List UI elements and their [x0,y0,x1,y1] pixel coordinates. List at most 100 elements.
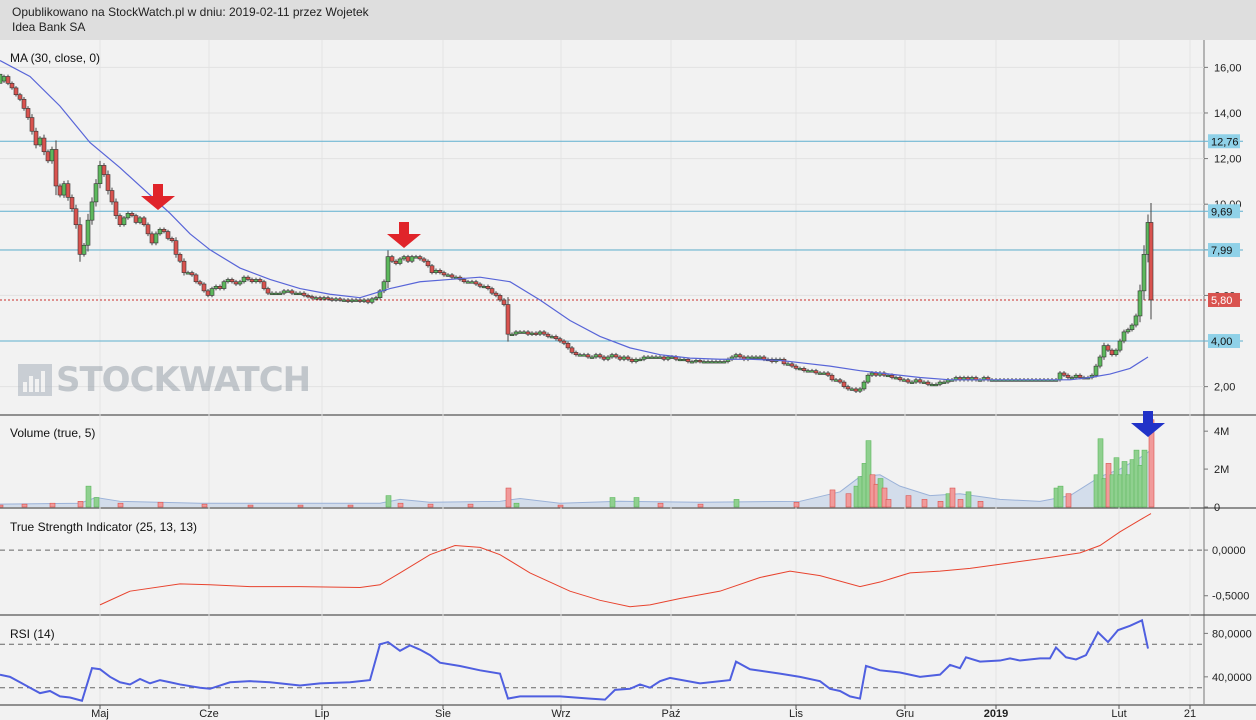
candle-up [549,336,555,339]
volume-bar [1141,449,1148,508]
candle-down [661,356,667,360]
stockwatch-watermark: STOCKWATCH [18,360,311,400]
candle-up [85,219,91,246]
candle-up [1129,324,1135,330]
candle-up [369,298,375,303]
x-tick-label: Cze [199,708,219,720]
candle-down [345,299,351,302]
candle-down [801,368,807,371]
candle-down [841,381,847,387]
candle-up [937,381,943,385]
candle-up [721,361,727,364]
volume-bar [1057,485,1064,508]
candle-up [469,281,475,284]
candle-up [1141,254,1147,292]
candle-up [213,285,219,289]
candle-up [537,331,543,335]
candle-up [1133,315,1139,326]
candle-up [641,356,647,360]
rsi-tick-label: 40,0000 [1212,672,1252,684]
candle-down [441,272,447,276]
x-tick-label: 21 [1184,708,1196,720]
candle-up [797,368,803,371]
level-tag-label: 7,99 [1211,245,1232,257]
candle-up [353,299,359,302]
candle-up [313,297,319,300]
candle-up [621,356,627,360]
candle-down [477,283,483,287]
candle-up [649,356,655,359]
candle-down [45,151,51,162]
candle-up [1,76,7,82]
candle-up [385,256,391,283]
stockwatch-chart-page: Opublikowano na StockWatch.pl w dniu: 20… [0,0,1256,720]
candle-down [173,240,179,255]
x-tick-label: Sie [435,708,451,720]
volume-bar [829,489,836,508]
candle-down [117,215,123,226]
price-tick-label: 14,00 [1214,108,1242,120]
candle-up [297,292,303,295]
volume-bar [0,504,4,508]
x-tick-label: Wrz [551,708,570,720]
candle-up [921,381,927,384]
candle-down [17,94,23,100]
volume-bar [297,504,304,508]
x-tick-label: Lut [1111,708,1126,720]
tsi-panel-title: True Strength Indicator (25, 13, 13) [10,520,197,534]
price-tick-label: 16,00 [1214,62,1242,74]
candle-up [933,384,939,387]
candle-up [281,290,287,294]
candle-down [105,174,111,191]
candle-down [245,276,251,280]
candle-up [929,384,935,387]
candle-down [261,281,267,289]
candle-down [389,256,395,262]
candle-up [821,372,827,375]
volume-panel-title: Volume (true, 5) [10,426,95,440]
level-tag-label: 9,69 [1211,206,1232,218]
candle-up [1057,372,1063,381]
candle-down [573,352,579,356]
volume-bar [937,501,944,508]
candle-down [201,283,207,292]
candle-down [897,377,903,381]
candle-down [905,379,911,383]
candle-up [677,358,683,362]
candle-down [325,297,331,300]
volume-bar [117,502,124,508]
candle-down [585,354,591,358]
candle-down [417,256,423,260]
candle-down [1148,222,1154,301]
volume-bar [977,501,984,508]
candle-down [25,108,31,118]
volume-bar [347,504,354,508]
candle-down [289,290,295,294]
candle-up [125,213,131,219]
candle-down [181,260,187,273]
candle-up [857,388,863,392]
candle-down [485,285,491,289]
candle-down [149,233,155,244]
candle-down [317,297,323,300]
candle-down [925,381,931,385]
rsi-panel-title: RSI (14) [10,627,55,641]
candle-up [593,354,599,358]
volume-bar [467,503,474,508]
candle-up [433,270,439,273]
x-tick-label: 2019 [984,708,1008,720]
level-tag-label: 5,80 [1211,295,1232,307]
price-panel-title: MA (30, close, 0) [10,51,100,65]
candle-up [413,256,419,259]
candle-up [237,281,243,285]
candle-up [513,331,519,335]
candle-down [77,224,83,255]
candle-down [525,331,531,335]
volume-tick-label: 2M [1214,464,1229,476]
candle-down [169,238,175,241]
candle-up [669,356,675,359]
volume-bar [247,504,254,508]
candle-down [625,356,631,360]
candle-up [869,372,875,376]
candle-down [557,338,563,342]
